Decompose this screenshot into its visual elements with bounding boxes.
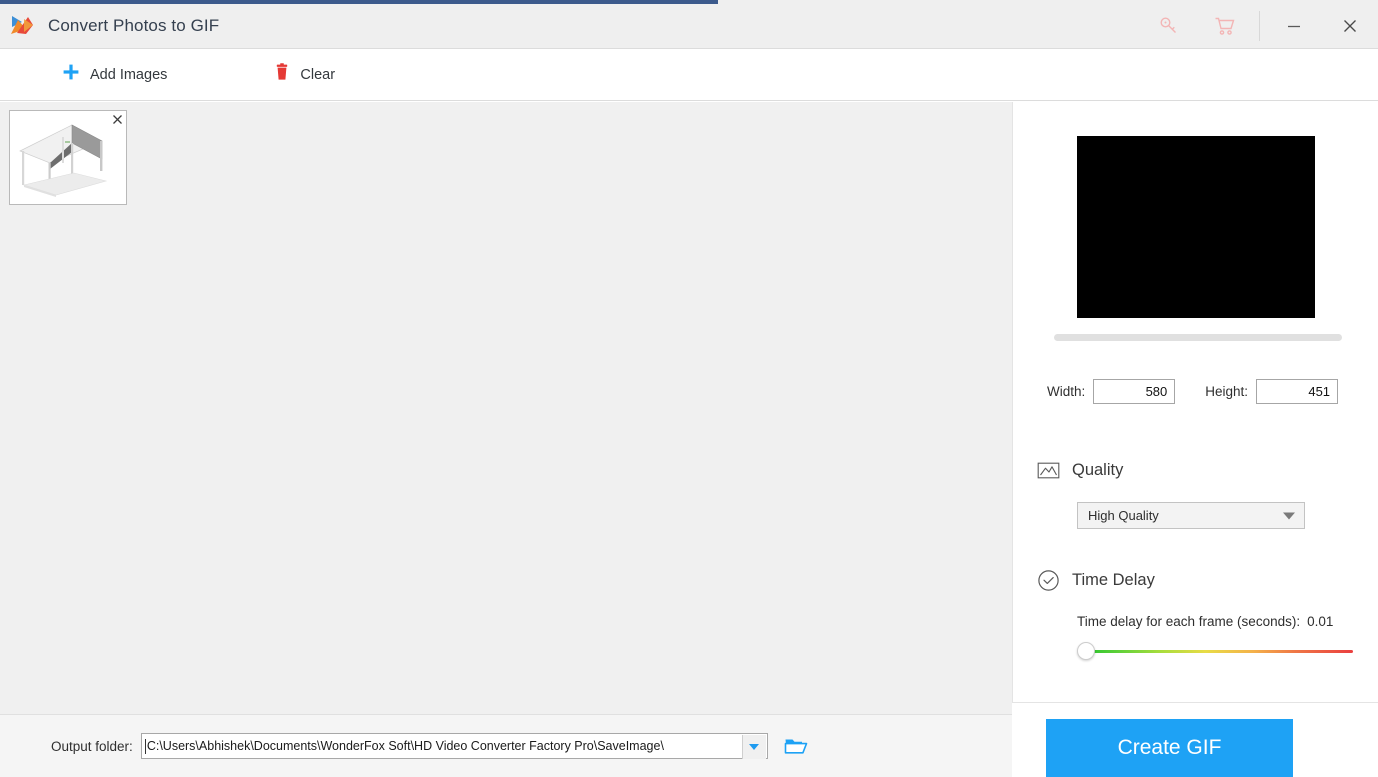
browse-folder-button[interactable] (782, 733, 810, 759)
width-label: Width: (1047, 383, 1086, 399)
height-input[interactable] (1256, 378, 1339, 404)
create-gif-button[interactable]: Create GIF (1046, 719, 1293, 777)
add-images-button[interactable]: Add Images (48, 49, 181, 100)
output-folder-dropdown[interactable] (741, 735, 766, 759)
titlebar-divider (1259, 11, 1260, 41)
quality-selected-value: High Quality (1088, 508, 1159, 523)
time-delay-title: Time Delay (1072, 571, 1155, 589)
gif-preview[interactable] (1077, 136, 1315, 318)
output-folder-field[interactable]: C:\Users\Abhishek\Documents\WonderFox So… (140, 733, 768, 759)
main-toolbar: Add Images Clear (0, 48, 1378, 101)
quality-select[interactable]: High Quality (1077, 502, 1305, 529)
height-label: Height: (1205, 383, 1249, 399)
preview-scrollbar[interactable] (1054, 334, 1342, 341)
trash-icon (274, 63, 290, 86)
quality-title: Quality (1072, 461, 1124, 479)
image-list-area[interactable] (0, 102, 1012, 714)
carport-canopy-render (10, 111, 126, 204)
output-folder-label: Output folder: (51, 738, 133, 754)
quality-section-header: Quality (1037, 459, 1123, 482)
time-delay-value: 0.01 (1307, 614, 1334, 629)
add-images-label: Add Images (90, 66, 168, 83)
time-delay-section-header: Time Delay (1037, 569, 1155, 592)
title-bar: Convert Photos to GIF (0, 4, 1378, 48)
clear-label: Clear (300, 66, 336, 83)
check-circle-icon (1037, 569, 1060, 592)
time-delay-label: Time delay for each frame (seconds): (1077, 614, 1301, 629)
list-item[interactable] (9, 110, 127, 205)
app-logo-play-icon (8, 13, 38, 39)
time-delay-readout: Time delay for each frame (seconds): 0.01 (1077, 614, 1333, 629)
slider-handle[interactable] (1077, 642, 1095, 660)
window-title: Convert Photos to GIF (48, 16, 220, 35)
close-icon[interactable] (1322, 4, 1378, 48)
bottom-bar: Output folder: C:\Users\Abhishek\Documen… (0, 714, 1012, 777)
remove-image-icon[interactable] (110, 112, 124, 126)
width-input[interactable] (1093, 378, 1176, 404)
plus-icon (62, 63, 80, 86)
output-folder-path: C:\Users\Abhishek\Documents\WonderFox So… (146, 739, 664, 753)
time-delay-slider[interactable] (1077, 642, 1353, 662)
chevron-down-icon (749, 744, 760, 750)
slider-track (1089, 650, 1353, 653)
chevron-down-icon (1283, 512, 1295, 519)
clear-button[interactable]: Clear (260, 49, 349, 100)
application-window: Convert Photos to GIF Add Images Clear W… (0, 0, 1378, 777)
folder-open-icon (784, 739, 808, 754)
minimize-icon[interactable] (1266, 4, 1322, 48)
image-mountain-icon (1037, 459, 1060, 482)
key-icon[interactable] (1141, 4, 1197, 48)
shopping-cart-icon[interactable] (1197, 4, 1253, 48)
dimensions-row: Width: Height: (1013, 378, 1378, 404)
settings-panel: Width: Height: Quality High Quality (1012, 102, 1378, 703)
